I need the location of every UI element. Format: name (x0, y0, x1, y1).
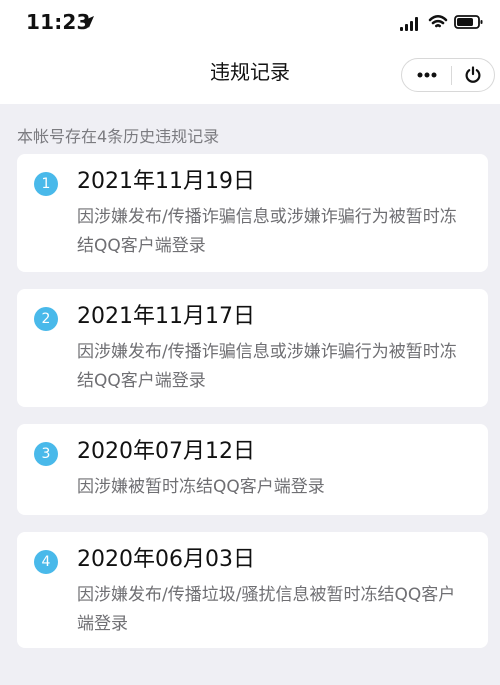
more-button[interactable] (402, 59, 451, 91)
violation-record-list: 1 2021年11月19日 因涉嫌发布/传播诈骗信息或涉嫌诈骗行为被暂时冻结QQ… (17, 154, 488, 665)
violation-records-screen: 11:23 违规记录 本帐号存在4条历史违规记录 1 2021年11月19日 因… (0, 0, 500, 685)
record-description: 因涉嫌发布/传播诈骗信息或涉嫌诈骗行为被暂时冻结QQ客户端登录 (77, 342, 457, 391)
violation-record-card: 4 2020年06月03日 因涉嫌发布/传播垃圾/骚扰信息被暂时冻结QQ客户端登… (17, 532, 488, 648)
record-date: 2020年07月12日 (77, 439, 255, 464)
record-number-badge: 4 (34, 550, 58, 574)
power-icon (465, 66, 481, 83)
record-description: 因涉嫌被暂时冻结QQ客户端登录 (77, 477, 325, 497)
record-number-badge: 1 (34, 172, 58, 196)
record-number-badge: 2 (34, 307, 58, 331)
record-description: 因涉嫌发布/传播诈骗信息或涉嫌诈骗行为被暂时冻结QQ客户端登录 (77, 207, 457, 256)
record-description: 因涉嫌发布/传播垃圾/骚扰信息被暂时冻结QQ客户端登录 (77, 585, 456, 634)
record-date: 2020年06月03日 (77, 547, 255, 572)
signal-icon (400, 17, 418, 31)
record-date: 2021年11月19日 (77, 169, 255, 194)
top-header: 11:23 违规记录 (0, 0, 500, 104)
record-date: 2021年11月17日 (77, 304, 255, 329)
violation-record-card: 3 2020年07月12日 因涉嫌被暂时冻结QQ客户端登录 (17, 424, 488, 515)
more-icon (417, 72, 437, 78)
record-number-badge: 3 (34, 442, 58, 466)
status-bar: 11:23 (0, 0, 500, 46)
location-arrow-icon (82, 16, 94, 28)
battery-icon (454, 15, 483, 29)
violation-record-card: 2 2021年11月17日 因涉嫌发布/传播诈骗信息或涉嫌诈骗行为被暂时冻结QQ… (17, 289, 488, 407)
close-button[interactable] (452, 59, 495, 91)
violation-summary: 本帐号存在4条历史违规记录 (17, 127, 220, 146)
mini-program-capsule (401, 58, 495, 92)
wifi-icon (428, 14, 448, 28)
violation-record-card: 1 2021年11月19日 因涉嫌发布/传播诈骗信息或涉嫌诈骗行为被暂时冻结QQ… (17, 154, 488, 272)
